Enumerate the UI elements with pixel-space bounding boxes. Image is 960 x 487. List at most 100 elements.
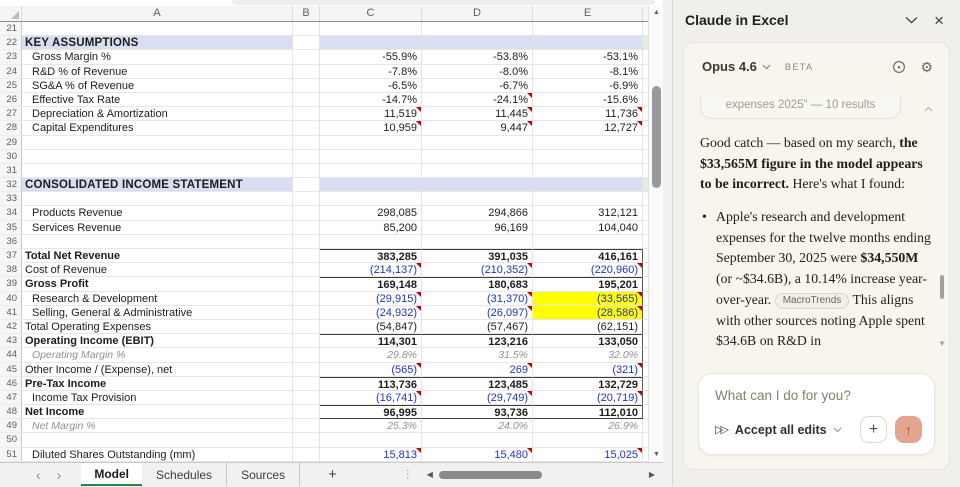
cell-B45[interactable] — [293, 362, 320, 377]
cell-D28[interactable]: 9,447 — [422, 121, 533, 136]
cell-D33[interactable] — [422, 192, 533, 207]
cell-B26[interactable] — [293, 92, 320, 108]
model-selector[interactable]: Opus 4.6 — [702, 59, 757, 74]
row-header-50[interactable]: 50 — [0, 433, 22, 448]
cell-E24[interactable]: -8.1% — [533, 64, 643, 79]
cell-C49[interactable]: 25.3% — [320, 419, 422, 434]
row-header-33[interactable]: 33 — [0, 192, 22, 207]
collapse-tool-result-icon[interactable] — [924, 99, 933, 117]
chat-input-placeholder[interactable]: What can I do for you? — [699, 374, 934, 403]
cell-B32[interactable] — [293, 178, 320, 193]
cell-D27[interactable]: 11,445 — [422, 107, 533, 122]
cell-B38[interactable] — [293, 263, 320, 278]
cell-C39[interactable]: 169,148 — [320, 277, 422, 292]
cell-B51[interactable] — [293, 447, 320, 462]
sheet-tab-schedules[interactable]: Schedules — [142, 463, 228, 486]
close-panel-icon[interactable]: × — [934, 12, 944, 29]
row-header-32[interactable]: 32 — [0, 178, 22, 193]
cell-D41[interactable]: (26,097) — [422, 305, 533, 320]
cell-C30[interactable] — [320, 149, 422, 164]
cell-B27[interactable] — [293, 107, 320, 122]
cell-E49[interactable]: 26.9% — [533, 419, 643, 434]
cell-B35[interactable] — [293, 220, 320, 235]
cell-E36[interactable] — [533, 234, 643, 249]
row-header-21[interactable]: 21 — [0, 22, 22, 37]
cell-D25[interactable]: -6.7% — [422, 78, 533, 93]
cell-C43[interactable]: 114,301 — [320, 334, 422, 349]
cell-B41[interactable] — [293, 305, 320, 320]
row-header-40[interactable]: 40 — [0, 291, 22, 306]
cell-A34[interactable]: Products Revenue — [22, 206, 293, 221]
cell-C34[interactable]: 298,085 — [320, 206, 422, 221]
cell-A50[interactable] — [22, 433, 293, 448]
cell-C29[interactable] — [320, 135, 422, 150]
row-header-36[interactable]: 36 — [0, 234, 22, 249]
cell-D26[interactable]: -24.1% — [422, 92, 533, 108]
cell-B42[interactable] — [293, 319, 320, 335]
cell-D36[interactable] — [422, 234, 533, 249]
column-header-D[interactable]: D — [422, 6, 533, 21]
row-header-25[interactable]: 25 — [0, 78, 22, 93]
cell-D45[interactable]: 269 — [422, 362, 533, 377]
cell-C32[interactable] — [320, 178, 422, 193]
cell-E35[interactable]: 104,040 — [533, 220, 643, 235]
cell-C41[interactable]: (24,932) — [320, 305, 422, 320]
cell-D48[interactable]: 93,736 — [422, 405, 533, 420]
cell-A30[interactable] — [22, 149, 293, 164]
cell-B21[interactable] — [293, 22, 320, 37]
cell-C37[interactable]: 383,285 — [320, 249, 422, 264]
cell-B37[interactable] — [293, 249, 320, 264]
accept-all-edits-button[interactable]: Accept all edits — [735, 423, 827, 437]
send-button[interactable]: ↑ — [895, 416, 922, 443]
row-header-22[interactable]: 22 — [0, 36, 22, 51]
cell-B47[interactable] — [293, 390, 320, 406]
cell-E27[interactable]: 11,736 — [533, 107, 643, 122]
cell-C51[interactable]: 15,813 — [320, 447, 422, 462]
cell-A42[interactable]: Total Operating Expenses — [22, 319, 293, 335]
chat-scroll-thumb[interactable] — [940, 275, 944, 299]
cell-E48[interactable]: 112,010 — [533, 405, 643, 420]
cell-A35[interactable]: Services Revenue — [22, 220, 293, 235]
scroll-left-icon[interactable]: ◀ — [423, 470, 437, 479]
cell-E47[interactable]: (20,719) — [533, 390, 643, 406]
cell-D50[interactable] — [422, 433, 533, 448]
cell-B39[interactable] — [293, 277, 320, 292]
cell-D51[interactable]: 15,480 — [422, 447, 533, 462]
cell-D40[interactable]: (31,370) — [422, 291, 533, 306]
cell-A36[interactable] — [22, 234, 293, 249]
cell-B33[interactable] — [293, 192, 320, 207]
row-header-26[interactable]: 26 — [0, 92, 22, 108]
prev-sheet-icon[interactable]: ‹ — [28, 464, 49, 486]
cell-A26[interactable]: Effective Tax Rate — [22, 92, 293, 108]
cell-E46[interactable]: 132,729 — [533, 376, 643, 391]
cell-E38[interactable]: (220,960) — [533, 263, 643, 278]
cell-A49[interactable]: Net Margin % — [22, 419, 293, 434]
cell-C47[interactable]: (16,741) — [320, 390, 422, 406]
cell-D43[interactable]: 123,216 — [422, 334, 533, 349]
cell-E41[interactable]: (28,586) — [533, 305, 643, 320]
cell-D49[interactable]: 24.0% — [422, 419, 533, 434]
tool-result-pill[interactable]: expenses 2025" — 10 results — [700, 97, 901, 119]
row-header-23[interactable]: 23 — [0, 50, 22, 65]
cell-C38[interactable]: (214,137) — [320, 263, 422, 278]
cell-C36[interactable] — [320, 234, 422, 249]
cell-E32[interactable] — [533, 178, 643, 193]
cell-E30[interactable] — [533, 149, 643, 164]
cell-E42[interactable]: (62,151) — [533, 319, 643, 335]
cell-B43[interactable] — [293, 334, 320, 349]
cell-C33[interactable] — [320, 192, 422, 207]
row-header-39[interactable]: 39 — [0, 277, 22, 292]
cell-C24[interactable]: -7.8% — [320, 64, 422, 79]
cell-A25[interactable]: SG&A % of Revenue — [22, 78, 293, 93]
sheet-tab-model[interactable]: Model — [81, 463, 143, 486]
cell-E45[interactable]: (321) — [533, 362, 643, 377]
attach-plus-button[interactable]: + — [860, 416, 887, 443]
cell-A45[interactable]: Other Income / (Expense), net — [22, 362, 293, 377]
settings-gear-icon[interactable]: ⚙ — [920, 60, 933, 74]
select-all-corner[interactable] — [0, 6, 22, 21]
cell-D22[interactable] — [422, 36, 533, 51]
cell-B40[interactable] — [293, 291, 320, 306]
cell-B28[interactable] — [293, 121, 320, 136]
cell-A46[interactable]: Pre-Tax Income — [22, 376, 293, 391]
row-header-29[interactable]: 29 — [0, 135, 22, 150]
